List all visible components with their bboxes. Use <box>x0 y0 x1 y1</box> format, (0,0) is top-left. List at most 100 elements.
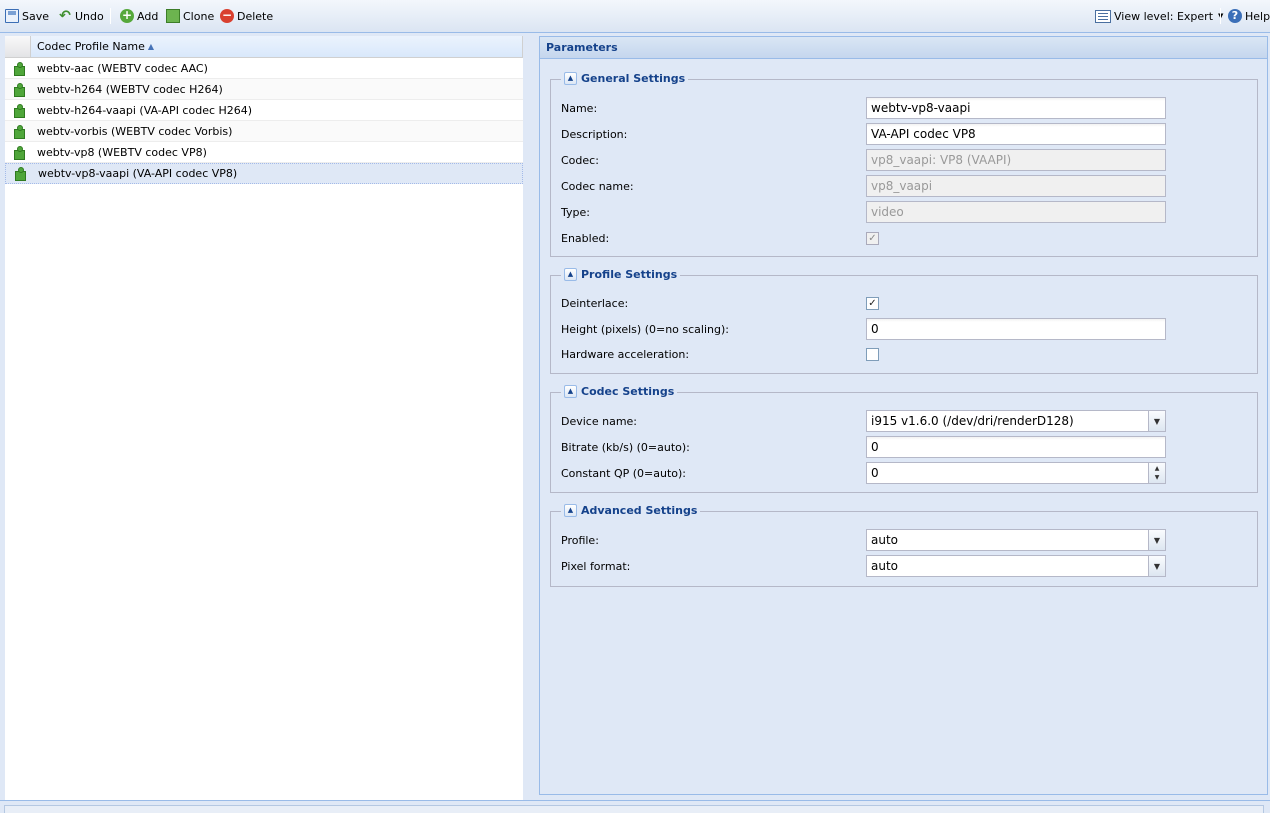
chevron-down-icon[interactable]: ▼ <box>1148 411 1165 431</box>
undo-button[interactable]: ↶ Undo <box>58 7 104 25</box>
advanced-settings-legend[interactable]: ▲ Advanced Settings <box>561 504 701 517</box>
collapse-icon[interactable]: ▲ <box>564 385 577 398</box>
row-icon-cell <box>5 61 31 76</box>
toolbar-separator <box>110 8 111 24</box>
clone-button[interactable]: Clone <box>163 7 214 25</box>
add-label: Add <box>137 9 159 23</box>
profile-combo[interactable]: auto ▼ <box>866 529 1166 551</box>
save-label: Save <box>22 9 50 23</box>
hwaccel-label: Hardware acceleration: <box>561 347 690 361</box>
row-label: webtv-vp8 (WEBTV codec VP8) <box>37 145 207 159</box>
deinterlace-checkbox[interactable]: ✓ <box>866 296 879 310</box>
bitrate-input[interactable] <box>866 436 1166 458</box>
spinner-arrows-icon[interactable]: ▲ ▼ <box>1148 463 1165 483</box>
hwaccel-field-row: Hardware acceleration: <box>561 343 1251 365</box>
legend-label: Advanced Settings <box>581 504 698 517</box>
pixfmt-field-row: Pixel format: auto ▼ <box>561 555 1251 577</box>
enabled-field-row: Enabled: ✓ <box>561 227 1251 249</box>
icon-column-header <box>5 36 31 57</box>
type-label: Type: <box>561 205 590 219</box>
codec-profile-grid: Codec Profile Name ▲ webtv-aac (WEBTV co… <box>5 36 523 800</box>
device-field-row: Device name: i915 v1.6.0 (/dev/dri/rende… <box>561 410 1251 432</box>
top-toolbar: Save ↶ Undo + Add Clone − Delete View le… <box>0 0 1270 33</box>
general-settings-fieldset: ▲ General Settings Name: Description: Co… <box>550 72 1258 257</box>
name-field-row: Name: <box>561 97 1251 119</box>
help-icon: ? <box>1228 9 1242 23</box>
table-row[interactable]: webtv-h264 (WEBTV codec H264) <box>5 79 523 100</box>
table-row[interactable]: webtv-h264-vaapi (VA-API codec H264) <box>5 100 523 121</box>
add-button[interactable]: + Add <box>120 7 158 25</box>
toolbar-separator <box>1220 8 1221 24</box>
table-row[interactable]: webtv-vp8-vaapi (VA-API codec VP8) <box>5 163 523 184</box>
collapse-icon[interactable]: ▲ <box>564 72 577 85</box>
deinterlace-field-row: Deinterlace: ✓ <box>561 292 1251 314</box>
collapse-icon[interactable]: ▲ <box>564 504 577 517</box>
profile-label: Profile: <box>561 533 599 547</box>
chevron-down-icon[interactable]: ▼ <box>1148 530 1165 550</box>
view-level-dropdown[interactable]: View level: Expert ▼ <box>1095 7 1223 25</box>
puzzle-piece-icon <box>12 103 25 118</box>
profile-value: auto <box>871 533 899 547</box>
description-input[interactable] <box>866 123 1166 145</box>
codec-input <box>866 149 1166 171</box>
hardware-acceleration-checkbox[interactable] <box>866 347 879 361</box>
add-icon: + <box>120 8 134 23</box>
delete-icon: − <box>220 8 234 23</box>
name-label: Name: <box>561 101 598 115</box>
qp-label: Constant QP (0=auto): <box>561 466 686 480</box>
row-icon-cell <box>6 167 32 181</box>
table-row[interactable]: webtv-vorbis (WEBTV codec Vorbis) <box>5 121 523 142</box>
codec-settings-fieldset: ▲ Codec Settings Device name: i915 v1.6.… <box>550 385 1258 493</box>
delete-button[interactable]: − Delete <box>220 7 273 25</box>
profile-field-row: Profile: auto ▼ <box>561 529 1251 551</box>
clone-icon <box>163 7 180 23</box>
type-input <box>866 201 1166 223</box>
general-settings-legend[interactable]: ▲ General Settings <box>561 72 689 85</box>
row-label: webtv-h264-vaapi (VA-API codec H264) <box>37 103 253 117</box>
save-icon <box>5 9 19 23</box>
row-icon-cell <box>5 145 31 160</box>
legend-label: Profile Settings <box>581 268 678 281</box>
chevron-down-icon[interactable]: ▼ <box>1148 556 1165 576</box>
save-button[interactable]: Save <box>5 7 49 25</box>
device-combo[interactable]: i915 v1.6.0 (/dev/dri/renderD128) ▼ <box>866 410 1166 432</box>
advanced-settings-fieldset: ▲ Advanced Settings Profile: auto ▼ Pixe… <box>550 504 1258 587</box>
collapse-icon[interactable]: ▲ <box>564 268 577 281</box>
panel-title: Parameters <box>540 37 1267 59</box>
sort-ascending-icon: ▲ <box>147 42 155 51</box>
qp-field-row: Constant QP (0=auto): 0 ▲ ▼ <box>561 462 1251 484</box>
device-label: Device name: <box>561 414 638 428</box>
help-button[interactable]: ? Help <box>1228 7 1270 25</box>
codec-name-field-row: Codec name: <box>561 175 1251 197</box>
deinterlace-label: Deinterlace: <box>561 296 629 310</box>
parameters-panel: Parameters ▲ General Settings Name: Desc… <box>539 36 1268 795</box>
puzzle-piece-icon <box>12 145 25 160</box>
grid-header: Codec Profile Name ▲ <box>5 36 523 58</box>
puzzle-piece-icon <box>12 82 25 97</box>
profile-settings-legend[interactable]: ▲ Profile Settings <box>561 268 681 281</box>
row-icon-cell <box>5 82 31 97</box>
row-icon-cell <box>5 103 31 118</box>
qp-spinner[interactable]: 0 ▲ ▼ <box>866 462 1166 484</box>
description-field-row: Description: <box>561 123 1251 145</box>
codec-settings-legend[interactable]: ▲ Codec Settings <box>561 385 678 398</box>
qp-value: 0 <box>871 466 879 480</box>
bitrate-field-row: Bitrate (kb/s) (0=auto): <box>561 436 1251 458</box>
type-field-row: Type: <box>561 201 1251 223</box>
pixel-format-combo[interactable]: auto ▼ <box>866 555 1166 577</box>
pixfmt-label: Pixel format: <box>561 559 631 573</box>
bottom-status-bar <box>0 800 1270 813</box>
table-row[interactable]: webtv-aac (WEBTV codec AAC) <box>5 58 523 79</box>
column-header-codec-profile-name[interactable]: Codec Profile Name ▲ <box>31 36 523 57</box>
undo-label: Undo <box>75 9 104 23</box>
name-input[interactable] <box>866 97 1166 119</box>
row-label: webtv-aac (WEBTV codec AAC) <box>37 61 208 75</box>
row-icon-cell <box>5 124 31 139</box>
legend-label: General Settings <box>581 72 686 85</box>
height-label: Height (pixels) (0=no scaling): <box>561 322 729 336</box>
height-input[interactable] <box>866 318 1166 340</box>
table-row[interactable]: webtv-vp8 (WEBTV codec VP8) <box>5 142 523 163</box>
height-field-row: Height (pixels) (0=no scaling): <box>561 318 1251 340</box>
undo-icon: ↶ <box>59 8 71 24</box>
codec-label: Codec: <box>561 153 599 167</box>
